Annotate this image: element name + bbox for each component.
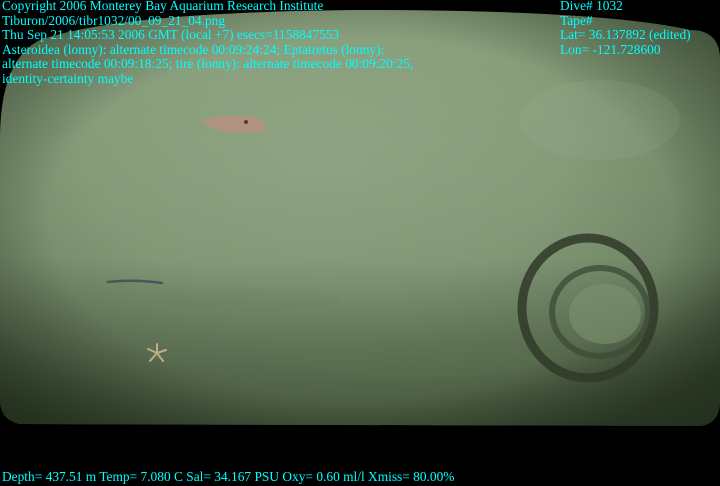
latitude: Lat= 36.137892 (edited) — [560, 27, 691, 43]
metadata-overlay-right: Dive# 1032 Tape# Lat= 36.137892 (edited)… — [560, 0, 691, 57]
file-path-line: Tiburon/2006/tibr1032/00_09_21_04.png — [2, 12, 226, 28]
longitude: Lon= -121.728600 — [560, 41, 661, 57]
video-frame: Copyright 2006 Monterey Bay Aquarium Res… — [0, 0, 720, 486]
copyright-line: Copyright 2006 Monterey Bay Aquarium Res… — [2, 0, 324, 13]
timestamp-line: Thu Sep 21 14:05:53 2006 GMT (local +7) … — [2, 27, 340, 43]
tape-number: Tape# — [560, 12, 593, 28]
annotation-line: Asteroidea (lonny): alternate timecode 0… — [2, 41, 385, 57]
annotation-line: identity-certainty maybe — [2, 70, 134, 86]
sensor-readout: Depth= 437.51 m Temp= 7.080 C Sal= 34.16… — [2, 469, 455, 484]
metadata-overlay-left: Copyright 2006 Monterey Bay Aquarium Res… — [2, 0, 413, 87]
dive-number: Dive# 1032 — [560, 0, 623, 13]
annotation-line: alternate timecode 00:09:18:25; tire (lo… — [2, 56, 414, 72]
